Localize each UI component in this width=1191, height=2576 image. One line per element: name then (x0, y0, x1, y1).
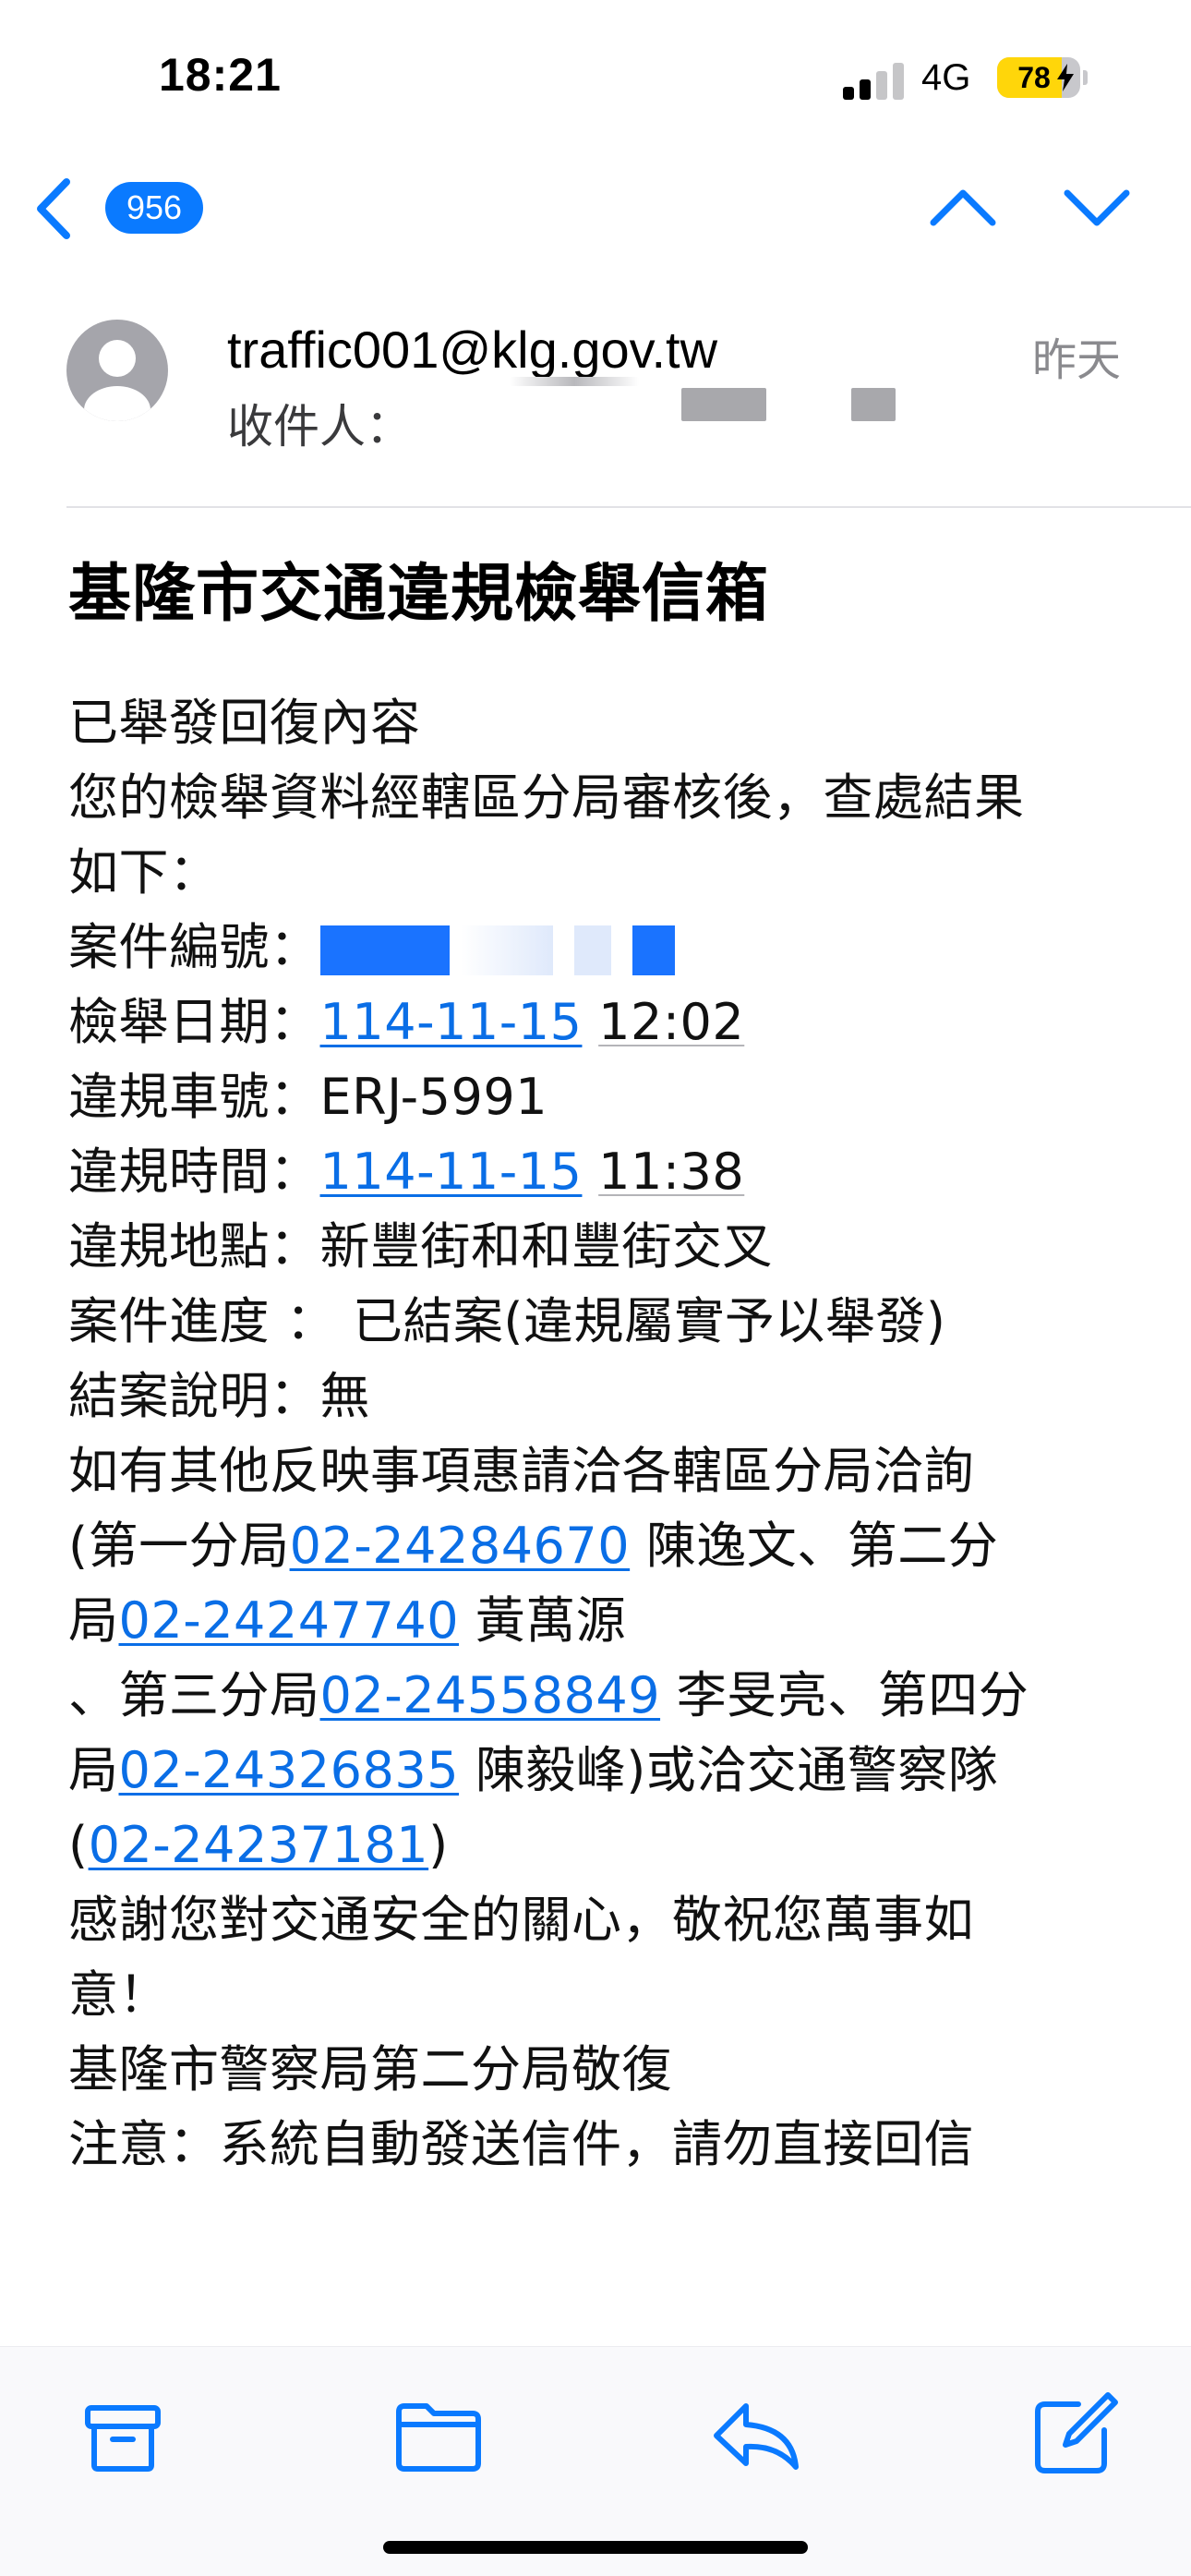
move-to-folder-button[interactable] (388, 2384, 489, 2485)
progress-label: 案件進度 ： (68, 1292, 353, 1350)
charging-bolt-icon (1057, 64, 1074, 91)
plate-label: 違規車號： (68, 1068, 320, 1126)
mail-nav-bar: 956 (0, 152, 1191, 263)
redacted-case-number (319, 925, 708, 976)
report-date-link[interactable]: 114-11-15 (320, 993, 583, 1051)
mail-content: 已舉發回復內容 您的檢舉資料經轄區分局審核後，查處結果 如下： 案件編號： 檢舉… (68, 685, 1139, 2182)
previous-message-button[interactable] (926, 180, 1000, 236)
review-intro-line: 如下： (68, 843, 220, 901)
report-time[interactable]: 12:02 (598, 993, 744, 1051)
inquiry-text: 黃萬源 (459, 1591, 627, 1650)
cellular-signal-icon (843, 61, 904, 100)
phone-link-precinct-4[interactable]: 02-24326835 (119, 1741, 460, 1799)
inquiry-line: (02-24237181) (68, 1808, 1139, 1882)
inquiry-line: 局02-24247740 黃萬源 (68, 1583, 1139, 1658)
location-row: 違規地點：新豐街和和豐街交叉 (68, 1209, 1139, 1284)
violation-time-label: 違規時間： (68, 1143, 320, 1201)
plate-number: ERJ-5991 (319, 1068, 548, 1126)
review-intro-line: 您的檢舉資料經轄區分局審核後，查處結果 (68, 768, 1025, 827)
inquiry-line: (第一分局02-24284670 陳逸文、第二分 (68, 1508, 1139, 1583)
phone-link-precinct-1[interactable]: 02-24284670 (290, 1517, 631, 1575)
compose-icon (1035, 2392, 1118, 2473)
chevron-left-icon (37, 178, 70, 239)
violation-time[interactable]: 11:38 (598, 1143, 744, 1201)
redacted-recipient-mark (510, 377, 639, 386)
mail-subject: 基隆市交通違規檢舉信箱 (68, 558, 770, 631)
report-date-row: 檢舉日期：114-11-15 12:02 (68, 985, 1139, 1059)
inquiry-text: (第一分局 (68, 1517, 290, 1575)
progress-row: 案件進度 ： 已結案(違規屬實予以舉發) (68, 1284, 1139, 1359)
closing-label: 結案說明： (68, 1367, 320, 1425)
status-time: 18:21 (159, 49, 282, 101)
phone-link-precinct-2[interactable]: 02-24247740 (119, 1591, 460, 1650)
received-date: 昨天 (1031, 334, 1121, 386)
inquiry-line: 如有其他反映事項惠請洽各轄區分局洽詢 (68, 1442, 974, 1500)
recipient-row[interactable]: 收件人： (227, 390, 412, 456)
phone-link-precinct-3[interactable]: 02-24558849 (320, 1666, 661, 1724)
sender-avatar-icon[interactable] (66, 320, 168, 421)
inquiry-text: ( (68, 1816, 89, 1874)
location-label: 違規地點： (68, 1217, 320, 1276)
folder-icon (396, 2403, 481, 2472)
inquiry-text: 局 (68, 1591, 119, 1650)
battery-cap (1083, 70, 1088, 85)
next-message-button[interactable] (1060, 180, 1134, 236)
header-divider (66, 506, 1191, 508)
phone-link-traffic-police[interactable]: 02-24237181 (89, 1816, 429, 1874)
inquiry-text: 陳逸文、第二分 (630, 1517, 999, 1575)
archive-box-icon (85, 2405, 161, 2472)
battery-icon: 78 (997, 57, 1080, 98)
case-number-label: 案件編號： (68, 918, 320, 976)
network-type-label: 4G (921, 57, 971, 98)
redacted-recipient-mark (851, 388, 896, 421)
mail-header: traffic001@klg.gov.tw 昨天 收件人： (0, 268, 1191, 510)
location-value: 新豐街和和豐街交叉 (319, 1217, 773, 1276)
status-bar: 18:21 4G 78 (0, 0, 1191, 148)
closing-row: 結案說明：無 (68, 1359, 1139, 1433)
thanks-line: 感謝您對交通安全的關心，敬祝您萬事如 (68, 1891, 974, 1949)
closing-value: 無 (319, 1367, 370, 1425)
home-indicator[interactable] (383, 2541, 808, 2554)
mail-toolbar (0, 2346, 1191, 2576)
reply-arrow-icon (714, 2403, 799, 2470)
reply-button[interactable] (705, 2384, 807, 2485)
inquiry-line: 、第三分局02-24558849 李旻亮、第四分 (68, 1658, 1139, 1733)
case-number-row: 案件編號： (68, 910, 1139, 985)
mail-body: 基隆市交通違規檢舉信箱 已舉發回復內容 您的檢舉資料經轄區分局審核後，查處結果 … (68, 517, 1139, 2182)
inquiry-line: 局02-24326835 陳毅峰)或洽交通警察隊 (68, 1733, 1139, 1808)
sender-address[interactable]: traffic001@klg.gov.tw (227, 320, 717, 380)
auto-reply-notice: 注意：系統自動發送信件，請勿直接回信 (68, 2115, 974, 2173)
inquiry-text: 李旻亮、第四分 (660, 1666, 1029, 1724)
thanks-line: 意！ (68, 1965, 169, 2024)
reply-heading: 已舉發回復內容 (68, 694, 421, 752)
report-date-label: 檢舉日期： (68, 993, 320, 1051)
mail-message-screen: 18:21 4G 78 956 traffic001@klg.gov.tw 昨天… (0, 0, 1191, 2576)
back-to-inbox-button[interactable]: 956 (28, 171, 212, 245)
progress-value: 已結案(違規屬實予以舉發) (352, 1292, 946, 1350)
inquiry-text: 、第三分局 (68, 1666, 320, 1724)
violation-time-row: 違規時間：114-11-15 11:38 (68, 1134, 1139, 1209)
signature-line: 基隆市警察局第二分局敬復 (68, 2040, 672, 2098)
violation-date-link[interactable]: 114-11-15 (320, 1143, 583, 1201)
inquiry-text: 局 (68, 1741, 119, 1799)
redacted-recipient-mark (681, 388, 766, 421)
plate-row: 違規車號：ERJ-5991 (68, 1059, 1139, 1134)
inquiry-text: ) (428, 1816, 449, 1874)
recipient-label: 收件人： (227, 400, 412, 454)
compose-button[interactable] (1023, 2384, 1125, 2485)
inquiry-text: 陳毅峰)或洽交通警察隊 (459, 1741, 999, 1799)
archive-button[interactable] (72, 2384, 174, 2485)
unread-count-badge: 956 (105, 182, 203, 234)
